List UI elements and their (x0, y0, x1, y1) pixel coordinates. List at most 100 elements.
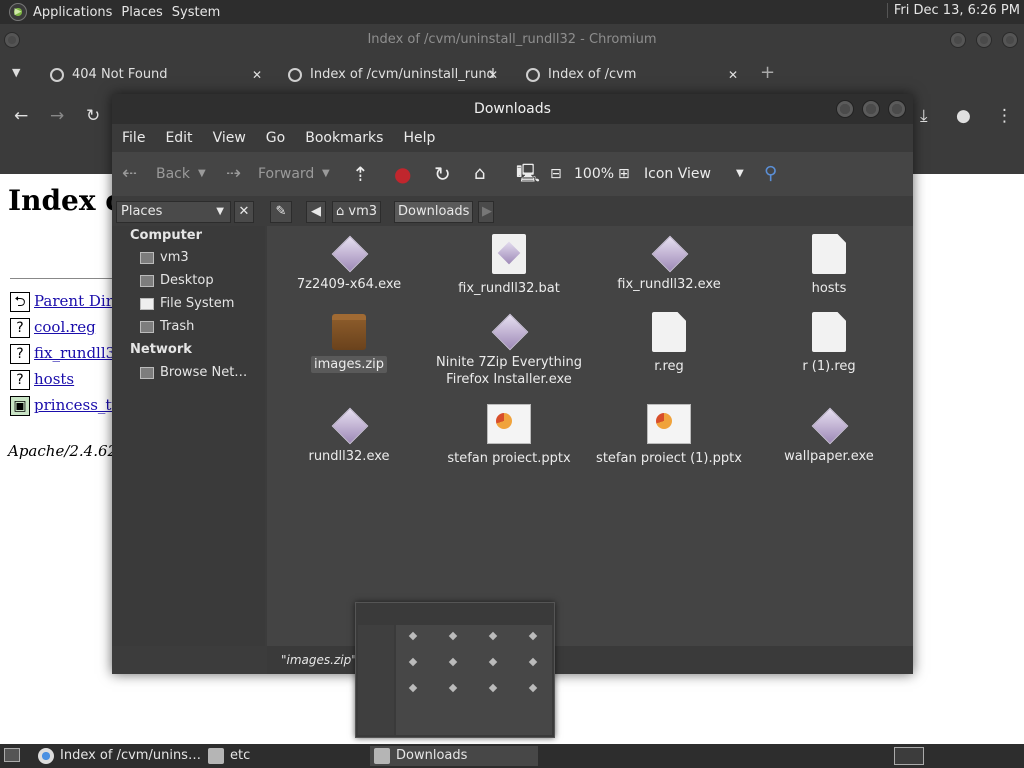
file-item-selected[interactable]: images.zip (269, 314, 429, 373)
sidebar-type-select[interactable]: Places ▼ (116, 201, 231, 223)
tab-close-icon[interactable]: ✕ (252, 60, 262, 90)
file-item[interactable]: r (1).reg (749, 312, 909, 375)
stop-icon[interactable]: ● (394, 152, 411, 196)
drive-icon (140, 297, 154, 310)
menu-system[interactable]: System (172, 5, 229, 20)
back-button[interactable]: Back (156, 152, 190, 196)
top-panel: ▶ Applications Places System Fri Dec 13,… (0, 0, 1024, 24)
file-label: fix_rundll32.bat (458, 281, 560, 296)
sidebar-item-file-system[interactable]: File System (140, 294, 234, 314)
forward-arrow-icon[interactable]: → (50, 106, 64, 126)
back-history-chevron-icon[interactable]: ▼ (198, 152, 206, 196)
reload-icon[interactable]: ↻ (434, 152, 451, 196)
kebab-menu-icon[interactable]: ⋮ (996, 106, 1013, 126)
close-icon[interactable] (888, 100, 906, 118)
task-etc[interactable]: etc (204, 746, 364, 766)
window-menu-icon[interactable] (4, 32, 20, 48)
back-arrow-icon[interactable]: ← (14, 106, 28, 126)
file-label: rundll32.exe (308, 449, 390, 464)
menu-go[interactable]: Go (266, 130, 285, 146)
clock[interactable]: Fri Dec 13, 6:26 PM (886, 3, 1020, 18)
forward-history-chevron-icon[interactable]: ▼ (322, 152, 330, 196)
tab-404[interactable]: 404 Not Found ✕ (46, 60, 262, 90)
window-preview-thumbnail[interactable] (355, 602, 555, 738)
crumb-vm3[interactable]: ⌂ vm3 (332, 201, 382, 223)
task-downloads[interactable]: Downloads (370, 746, 538, 766)
back-arrow-icon[interactable]: ⇠ (122, 152, 137, 196)
fm-icon-view[interactable]: 7z2409-x64.exe fix_rundll32.bat fix_rund… (267, 226, 913, 646)
menu-places[interactable]: Places (121, 5, 171, 20)
distro-logo-icon[interactable]: ▶ (9, 3, 27, 21)
file-item[interactable]: wallpaper.exe (749, 408, 909, 465)
list-item: ? hosts (10, 370, 74, 392)
new-tab-button[interactable]: + (760, 62, 775, 83)
file-item[interactable]: stefan proiect.pptx (429, 404, 589, 467)
view-mode-chevron-icon[interactable]: ▼ (736, 152, 744, 196)
tab-cvm[interactable]: Index of /cvm ✕ (522, 60, 738, 90)
tab-uninstall-rundll32[interactable]: Index of /cvm/uninstall_rund ✕ (284, 60, 498, 90)
zoom-in-icon[interactable]: ⊞ (618, 152, 630, 196)
sidebar-heading-network: Network (130, 342, 192, 357)
menu-applications[interactable]: Applications (33, 5, 121, 20)
file-item[interactable]: 7z2409-x64.exe (269, 236, 429, 293)
crumb-downloads[interactable]: Downloads (394, 201, 474, 223)
file-label: images.zip (310, 356, 388, 373)
preview-file-icon (408, 657, 418, 667)
tab-search-chevron-icon[interactable]: ▼ (12, 66, 20, 79)
fm-location-bar: Places ▼ ✕ ✎ ◀ ⌂ vm3 Downloads ▶ (112, 196, 913, 226)
home-folder-icon (140, 251, 154, 264)
sidebar-item-browse-network[interactable]: Browse Net… (140, 363, 247, 383)
tab-label: Index of /cvm/uninstall_rund (310, 67, 495, 82)
forward-button[interactable]: Forward (258, 152, 314, 196)
view-mode-select[interactable]: Icon View (644, 152, 711, 196)
sidebar-item-vm3[interactable]: vm3 (140, 248, 189, 268)
close-icon[interactable] (1002, 32, 1018, 48)
up-arrow-icon[interactable]: ⇡ (352, 152, 369, 196)
file-item[interactable]: hosts (749, 234, 909, 297)
menu-view[interactable]: View (213, 130, 246, 146)
file-item[interactable]: fix_rundll32.exe (589, 236, 749, 293)
show-desktop-icon[interactable] (4, 748, 20, 762)
tab-close-icon[interactable]: ✕ (728, 60, 738, 90)
sidebar-item-trash[interactable]: Trash (140, 317, 194, 337)
home-icon[interactable]: ⌂ (474, 152, 485, 196)
file-item[interactable]: Ninite 7Zip Everything Firefox Installer… (429, 314, 589, 388)
reload-icon[interactable]: ↻ (86, 106, 100, 126)
search-icon[interactable]: ⚲ (764, 152, 777, 196)
file-item[interactable]: stefan proiect (1).pptx (589, 404, 749, 467)
sidebar-item-label: Trash (160, 319, 195, 334)
file-item[interactable]: r.reg (589, 312, 749, 375)
file-item[interactable]: rundll32.exe (269, 408, 429, 465)
menu-file[interactable]: File (122, 130, 145, 146)
globe-icon (50, 68, 64, 82)
menu-edit[interactable]: Edit (165, 130, 192, 146)
close-sidebar-button[interactable]: ✕ (234, 201, 254, 223)
link-hosts[interactable]: hosts (34, 370, 74, 388)
minimize-icon[interactable] (836, 100, 854, 118)
workspace-switcher[interactable] (894, 747, 924, 765)
menu-bookmarks[interactable]: Bookmarks (305, 130, 383, 146)
sidebar-item-desktop[interactable]: Desktop (140, 271, 214, 291)
zoom-out-icon[interactable]: ⊟ (550, 152, 562, 196)
link-cool-reg[interactable]: cool.reg (34, 318, 96, 336)
task-chromium[interactable]: Index of /cvm/unins… (34, 746, 201, 766)
document-icon (652, 312, 686, 352)
computer-icon[interactable]: 🖳 (516, 152, 540, 196)
fm-titlebar[interactable]: Downloads (112, 94, 913, 124)
maximize-icon[interactable] (976, 32, 992, 48)
preview-file-icon (528, 683, 538, 693)
link-princess[interactable]: princess_tw (34, 396, 124, 414)
file-item[interactable]: fix_rundll32.bat (429, 234, 589, 297)
download-icon[interactable]: ⤓ (920, 106, 928, 126)
crumb-left-arrow-icon[interactable]: ◀ (306, 201, 326, 223)
tab-close-icon[interactable]: ✕ (488, 60, 498, 90)
profile-icon[interactable]: ● (956, 106, 971, 126)
menu-help[interactable]: Help (403, 130, 435, 146)
maximize-icon[interactable] (862, 100, 880, 118)
minimize-icon[interactable] (950, 32, 966, 48)
browser-window-title: Index of /cvm/uninstall_rundll32 - Chrom… (367, 32, 657, 47)
crumb-right-arrow-icon[interactable]: ▶ (478, 201, 494, 223)
server-footer: Apache/2.4.62 ( (8, 442, 128, 460)
edit-location-icon[interactable]: ✎ (270, 201, 292, 223)
forward-arrow-icon[interactable]: ⇢ (226, 152, 241, 196)
